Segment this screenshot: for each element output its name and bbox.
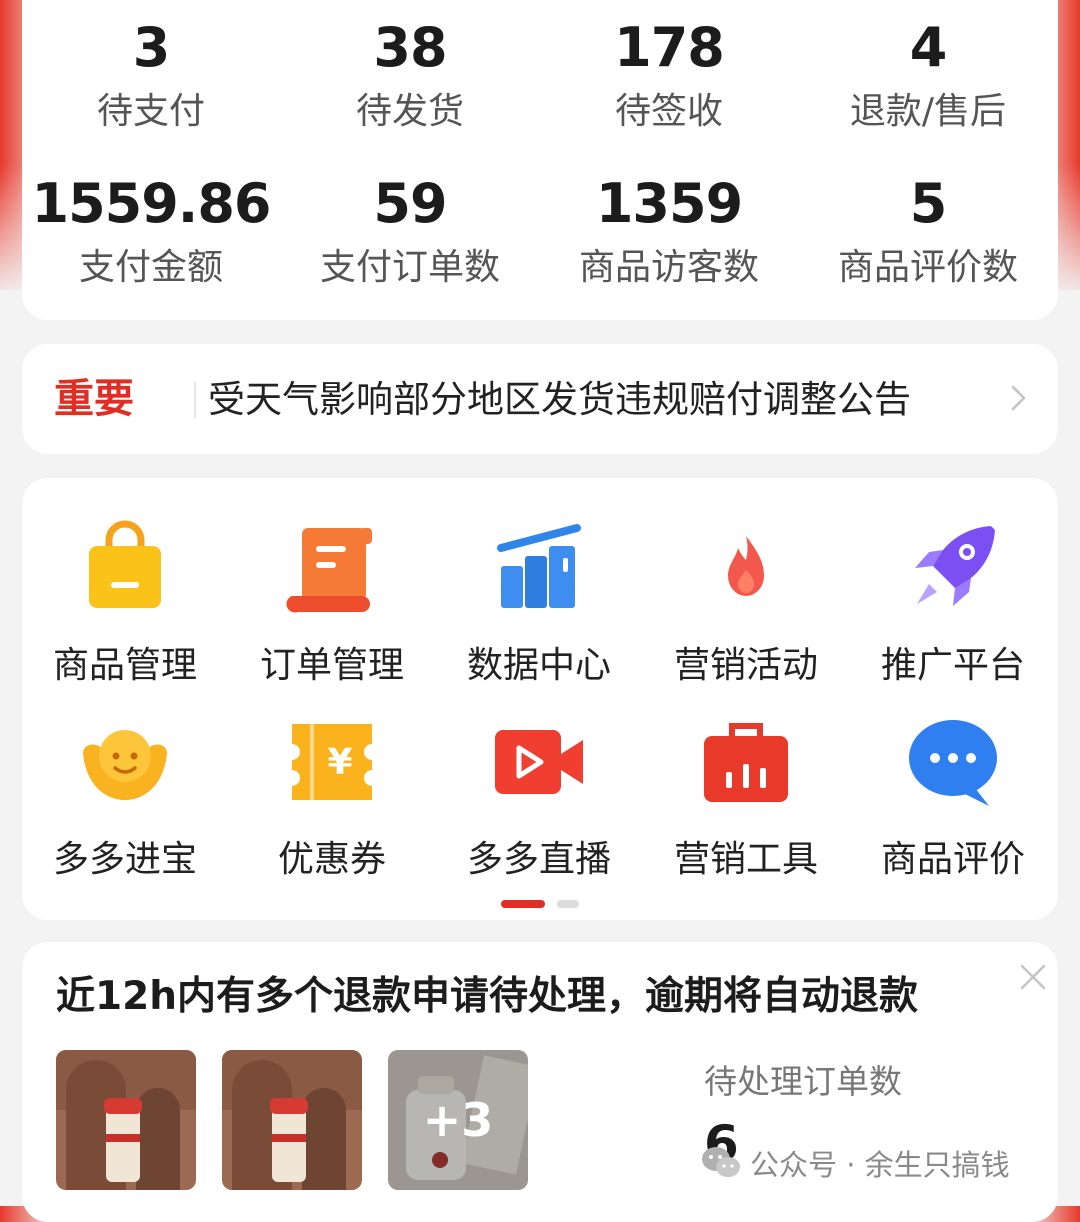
stat-label: 商品评价数 (837, 247, 1018, 288)
flame-icon (728, 536, 764, 596)
announcement-text: 受天气影响部分地区发货违规赔付调整公告 (208, 378, 911, 421)
close-icon[interactable] (1018, 962, 1048, 992)
stat-label: 待支付 (96, 91, 205, 132)
gold-ingot-icon (83, 730, 167, 800)
product-thumbnail-more[interactable]: +3 (388, 1050, 528, 1190)
refund-alert-title: 近12h内有多个退款申请待处理，逾期将自动退款 (56, 974, 919, 1019)
wechat-icon (702, 1147, 740, 1177)
stat-pending-payment[interactable]: 3 待支付 (22, 18, 280, 134)
stat-paid-orders[interactable]: 59 支付订单数 (281, 174, 539, 290)
grid-item-marketing-tools[interactable]: 营销工具 (643, 712, 849, 882)
stat-payment-amount[interactable]: 1559.86 支付金额 (22, 174, 280, 290)
grid-item-label: 数据中心 (466, 645, 611, 686)
grid-item-label: 商品管理 (52, 645, 197, 686)
grid-item-duoduo-jinbao[interactable]: 多多进宝 (22, 712, 228, 882)
grid-item-label: 营销工具 (673, 839, 818, 880)
stat-value: 59 (373, 172, 447, 235)
grid-item-order-management[interactable]: 订单管理 (229, 518, 435, 688)
grid-item-marketing-activity[interactable]: 营销活动 (643, 518, 849, 688)
svg-text:¥: ¥ (327, 742, 352, 783)
important-tag: 重要 (54, 376, 134, 422)
chat-bubble-icon (909, 720, 997, 806)
grid-item-label: 多多进宝 (52, 839, 197, 880)
stat-pending-shipment[interactable]: 38 待发货 (281, 18, 539, 134)
stat-value: 5 (909, 172, 948, 235)
stat-label: 支付金额 (78, 247, 223, 288)
grid-item-label: 订单管理 (259, 645, 404, 686)
grid-item-promotion-platform[interactable]: 推广平台 (850, 518, 1056, 688)
order-scroll-icon (286, 528, 372, 613)
grid-item-label: 商品评价 (880, 839, 1025, 880)
grid-item-label: 优惠券 (277, 839, 386, 880)
stat-label: 退款/售后 (849, 91, 1007, 132)
stat-value: 3 (132, 16, 171, 79)
grid-item-label: 营销活动 (673, 645, 818, 686)
more-count-overlay: +3 (422, 1093, 494, 1147)
stat-value: 1359 (595, 172, 743, 235)
divider (194, 382, 196, 418)
stat-refund-aftersale[interactable]: 4 退款/售后 (799, 18, 1057, 134)
stat-product-visitors[interactable]: 1359 商品访客数 (540, 174, 798, 290)
stat-value: 1559.86 (31, 172, 272, 235)
watermark: 公众号 · 余生只搞钱 (700, 1140, 1010, 1186)
stat-label: 待发货 (355, 91, 464, 132)
announcement-bar[interactable]: 重要 受天气影响部分地区发货违规赔付调整公告 (22, 344, 1058, 454)
toolbox-icon (704, 723, 788, 802)
stat-product-reviews[interactable]: 5 商品评价数 (799, 174, 1057, 290)
grid-item-coupon[interactable]: ¥ 优惠券 (229, 712, 435, 882)
stat-label: 商品访客数 (578, 247, 759, 288)
grid-item-label: 推广平台 (880, 645, 1025, 686)
grid-item-data-center[interactable]: 数据中心 (436, 518, 642, 688)
stat-value: 38 (373, 16, 447, 79)
stats-card: 3 待支付 38 待发货 178 待签收 4 退款/售后 1559.86 支付金… (22, 0, 1058, 320)
shopping-bag-icon (89, 520, 161, 608)
grid-item-duoduo-live[interactable]: 多多直播 (436, 712, 642, 882)
video-camera-icon (495, 730, 583, 794)
grid-item-product-management[interactable]: 商品管理 (22, 518, 228, 688)
stat-pending-receipt[interactable]: 178 待签收 (540, 18, 798, 134)
stat-value: 4 (909, 16, 948, 79)
page-indicator-active (501, 900, 545, 908)
product-thumbnail[interactable] (222, 1050, 362, 1190)
bar-chart-icon (497, 524, 581, 608)
page-indicator (557, 900, 579, 908)
grid-item-label: 多多直播 (466, 839, 611, 880)
product-image (56, 1050, 196, 1190)
product-image (222, 1050, 362, 1190)
coupon-icon: ¥ (292, 724, 372, 800)
watermark-text: 公众号 · 余生只搞钱 (750, 1148, 1010, 1182)
product-thumbnail[interactable] (56, 1050, 196, 1190)
stat-label: 待签收 (614, 91, 723, 132)
stat-label: 支付订单数 (319, 247, 500, 288)
pending-orders-label: 待处理订单数 (704, 1062, 902, 1101)
chevron-right-icon (1011, 385, 1026, 411)
stat-value: 178 (614, 16, 725, 79)
function-grid: 商品管理 订单管理 数据中心 营销活动 推广平台 多多进宝 ¥ 优惠券 多多直播… (22, 478, 1058, 920)
rocket-icon (915, 526, 995, 606)
grid-item-product-reviews[interactable]: 商品评价 (850, 712, 1056, 882)
